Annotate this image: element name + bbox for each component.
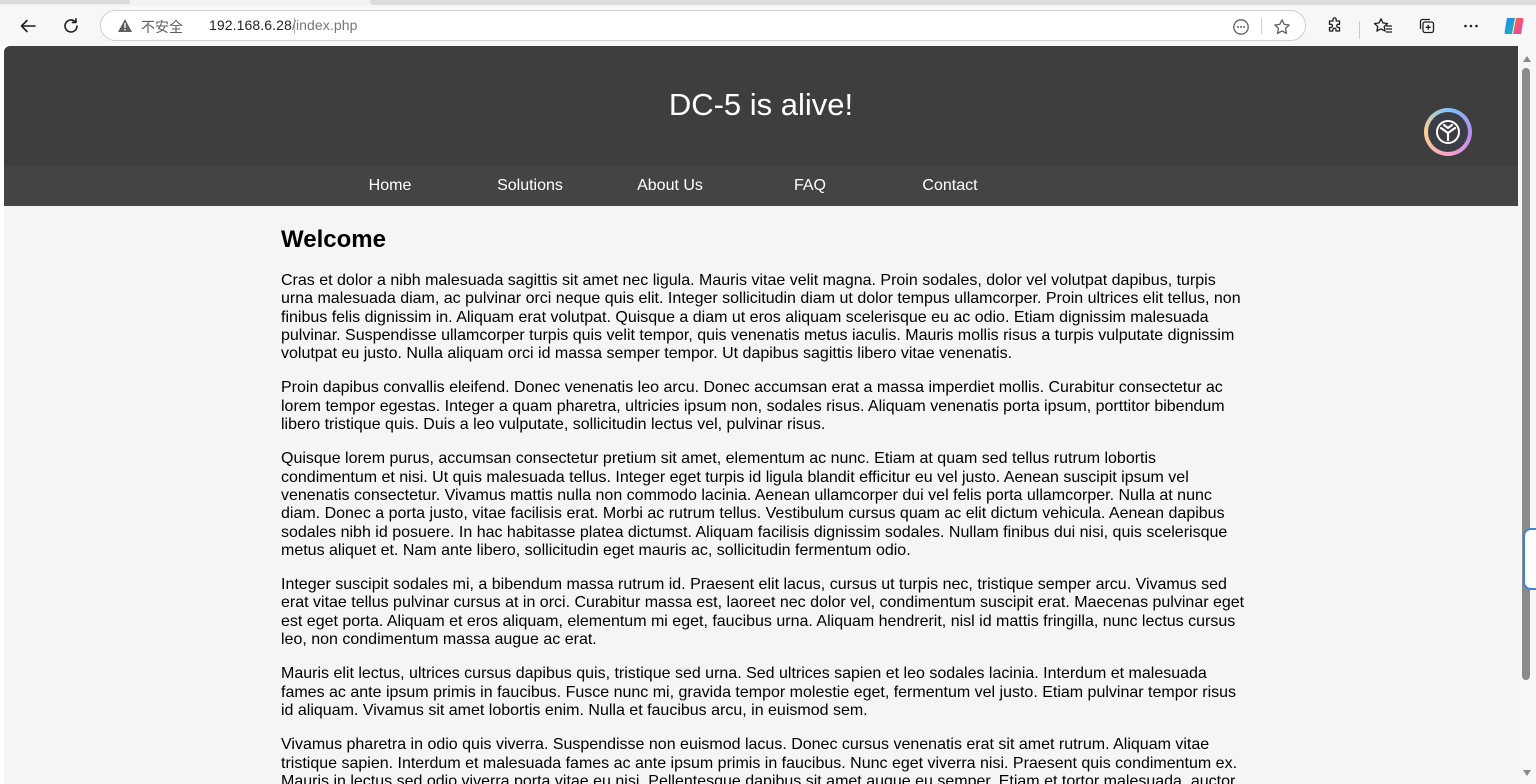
site-nav: Home Solutions About Us FAQ Contact xyxy=(4,166,1518,206)
back-arrow-icon[interactable] xyxy=(12,10,44,42)
security-label[interactable]: 不安全 xyxy=(141,17,183,37)
nav-solutions[interactable]: Solutions xyxy=(460,177,600,195)
omnibox-divider xyxy=(1261,18,1262,34)
scrollbar[interactable] xyxy=(1518,46,1536,784)
puzzle-icon[interactable] xyxy=(1319,10,1351,42)
sidebar-handle[interactable] xyxy=(1523,528,1536,590)
reader-mode-icon[interactable] xyxy=(1231,17,1251,37)
collections-icon[interactable] xyxy=(1411,10,1443,42)
star-icon[interactable] xyxy=(1272,17,1292,37)
nav-about-us[interactable]: About Us xyxy=(600,177,740,195)
toolbar-divider xyxy=(1359,21,1360,39)
paragraph: Integer suscipit sodales mi, a bibendum … xyxy=(281,576,1245,649)
paragraph: Mauris elit lectus, ultrices cursus dapi… xyxy=(281,665,1237,719)
paragraph: Vivamus pharetra in odio quis viverra. S… xyxy=(281,736,1238,784)
more-dots-icon[interactable] xyxy=(1455,10,1487,42)
browser-toolbar: 不安全 192.168.6.28/index.php xyxy=(0,6,1536,46)
paragraph: Proin dapibus convallis eleifend. Donec … xyxy=(281,379,1225,434)
page-heading: Welcome xyxy=(281,226,386,253)
warning-triangle-icon[interactable] xyxy=(117,18,133,38)
assistant-logo-icon xyxy=(1428,112,1468,152)
nav-home[interactable]: Home xyxy=(320,177,460,195)
tab-edge[interactable] xyxy=(0,0,130,4)
address-bar[interactable]: 不安全 192.168.6.28/index.php xyxy=(100,10,1306,41)
assistant-badge[interactable] xyxy=(1424,108,1472,156)
site-title: DC-5 is alive! xyxy=(668,87,854,122)
nav-faq[interactable]: FAQ xyxy=(740,177,880,195)
paragraph: Quisque lorem purus, accumsan consectetu… xyxy=(281,450,1228,559)
main-content: Welcome Cras et dolor a nibh malesuada s… xyxy=(281,226,1245,784)
tab-edge[interactable] xyxy=(370,0,1536,5)
copilot-icon[interactable] xyxy=(1498,10,1530,42)
favorites-icon[interactable] xyxy=(1367,10,1399,42)
url-text[interactable]: 192.168.6.28/index.php xyxy=(209,17,358,33)
url-host: 192.168.6.28 xyxy=(209,17,292,33)
nav-contact[interactable]: Contact xyxy=(880,177,1020,195)
scroll-up-icon[interactable] xyxy=(1523,56,1531,62)
paragraph: Cras et dolor a nibh malesuada sagittis … xyxy=(281,272,1241,363)
url-path: /index.php xyxy=(291,17,358,33)
scroll-down-icon[interactable] xyxy=(1523,770,1531,776)
reload-icon[interactable] xyxy=(55,10,87,42)
page-viewport: DC-5 is alive! Home Solutions About Us F… xyxy=(4,46,1518,784)
site-header: DC-5 is alive! xyxy=(4,46,1518,166)
